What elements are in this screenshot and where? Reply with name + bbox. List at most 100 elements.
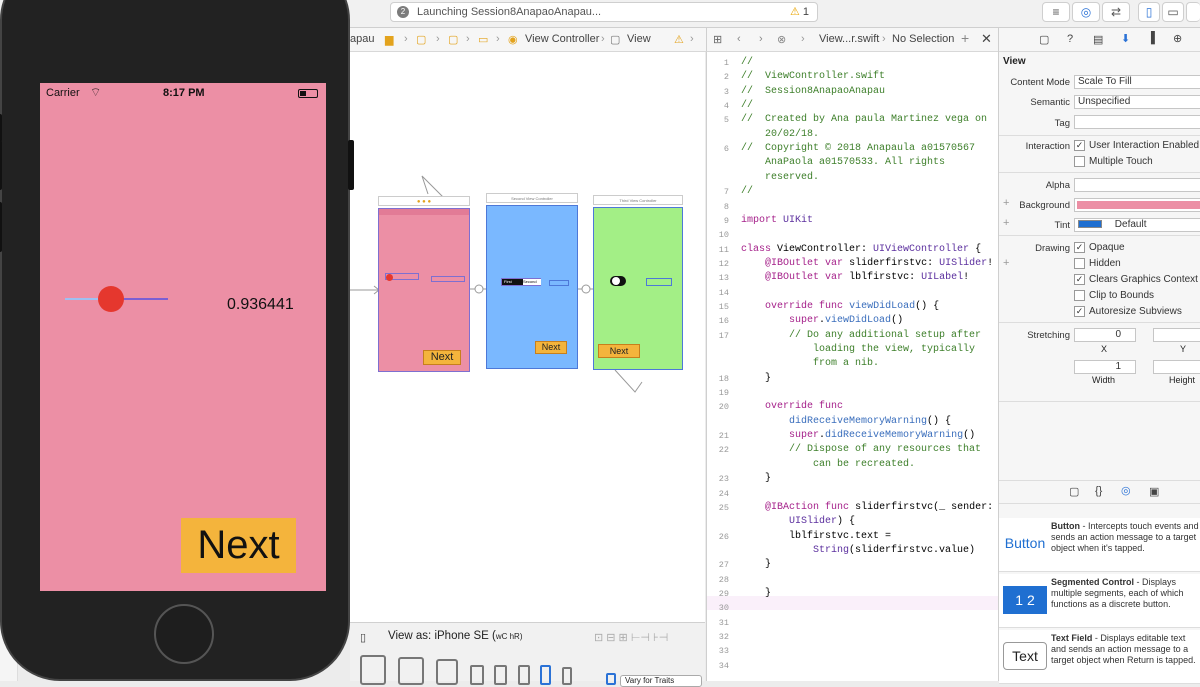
file-template-icon[interactable]: ▢ bbox=[1069, 485, 1079, 498]
warning-indicator[interactable]: ⚠ 1 bbox=[790, 3, 809, 21]
scene3-dock[interactable]: Third View Controller bbox=[593, 195, 683, 205]
media-library-icon[interactable]: ▣ bbox=[1149, 485, 1159, 498]
device-iphone-plus-icon[interactable] bbox=[470, 665, 484, 685]
scene1-next-button[interactable]: Next bbox=[423, 350, 461, 365]
slider-thumb[interactable] bbox=[98, 286, 125, 312]
clip-to-bounds-checkbox[interactable] bbox=[1074, 290, 1085, 301]
autoresize-checkbox[interactable]: ✓ bbox=[1074, 306, 1085, 317]
forward-arrow-icon[interactable]: › bbox=[759, 33, 763, 45]
toggle-navigator-button[interactable]: ▯ bbox=[1138, 2, 1160, 22]
library-item-title: Button bbox=[1051, 521, 1080, 531]
vary-for-traits-button[interactable]: Vary for Traits bbox=[620, 675, 702, 687]
canvas-tool-icons[interactable]: ⊡ ⊟ ⊞ ⊢⊣ ⊦⊣ bbox=[594, 631, 668, 644]
file-inspector-icon[interactable]: ▢ bbox=[1039, 33, 1049, 46]
divider bbox=[999, 235, 1200, 236]
slider-value-label: 0.936441 bbox=[227, 296, 294, 313]
multiple-touch-label: Multiple Touch bbox=[1089, 156, 1153, 167]
back-arrow-icon[interactable]: ‹ bbox=[737, 33, 741, 45]
inspector-tabs: ▢ ? ▤ ⬇ ▐ ⊕ bbox=[999, 28, 1200, 52]
multiple-touch-checkbox[interactable] bbox=[1074, 156, 1085, 167]
scene1-view[interactable]: Next bbox=[378, 208, 470, 372]
device-ipad-mini-icon[interactable] bbox=[436, 659, 458, 685]
add-variation-icon[interactable]: + bbox=[1003, 257, 1009, 269]
storyboard-file-icon[interactable]: ▢ bbox=[448, 33, 458, 46]
scene3-next-button[interactable]: Next bbox=[598, 344, 640, 358]
warning-icon[interactable]: ⚠ bbox=[674, 33, 684, 46]
add-editor-icon[interactable]: + bbox=[961, 30, 969, 46]
scene1-dock[interactable]: ● ● ● bbox=[378, 196, 470, 206]
size-inspector-icon[interactable]: ▐ bbox=[1147, 32, 1155, 44]
scene1-slider[interactable] bbox=[385, 273, 419, 281]
help-icon[interactable]: ? bbox=[1067, 33, 1073, 45]
next-button[interactable]: Next bbox=[181, 518, 296, 573]
hidden-checkbox[interactable] bbox=[1074, 258, 1085, 269]
related-items-icon[interactable]: ⊞ bbox=[713, 33, 722, 46]
code-line: override func bbox=[765, 401, 844, 413]
code-line: reserved. bbox=[741, 171, 820, 183]
background-color-well[interactable] bbox=[1074, 198, 1200, 212]
tint-color-swatch bbox=[1078, 220, 1102, 229]
alpha-label: Alpha bbox=[1045, 180, 1070, 191]
view-icon: ▢ bbox=[610, 34, 621, 46]
scene2-next-button[interactable]: Next bbox=[535, 341, 567, 354]
library-item[interactable]: Button Button - Intercepts touch events a… bbox=[999, 518, 1200, 572]
assistant-editor-button[interactable]: ◎ bbox=[1072, 2, 1100, 22]
user-interaction-checkbox[interactable]: ✓ bbox=[1074, 140, 1085, 151]
editor-file-name[interactable]: View...r.swift bbox=[819, 33, 879, 45]
sidebar-toggle-icon[interactable]: ▯ bbox=[360, 631, 366, 644]
stretch-width-field[interactable]: 1 bbox=[1074, 360, 1136, 374]
toggle-debug-button[interactable]: ▭ bbox=[1162, 2, 1184, 22]
slider[interactable] bbox=[65, 286, 168, 312]
device-iphone-se-icon[interactable] bbox=[540, 665, 551, 685]
opaque-label: Opaque bbox=[1089, 242, 1125, 253]
alpha-field[interactable] bbox=[1074, 178, 1200, 192]
close-icon[interactable]: ✕ bbox=[981, 31, 992, 47]
attributes-inspector-icon[interactable]: ⬇ bbox=[1121, 32, 1130, 45]
y-caption: Y bbox=[1180, 344, 1187, 354]
editor-selection[interactable]: No Selection bbox=[892, 33, 954, 45]
library-item[interactable]: 1 2 Segmented Control - Displays multiple… bbox=[999, 574, 1200, 628]
library-item[interactable]: Text Text Field - Displays editable text … bbox=[999, 630, 1200, 684]
identity-inspector-icon[interactable]: ▤ bbox=[1093, 33, 1103, 46]
code-snippet-icon[interactable]: {} bbox=[1095, 485, 1102, 497]
connections-inspector-icon[interactable]: ⊕ bbox=[1173, 32, 1182, 45]
scene3-view[interactable]: Next bbox=[593, 207, 683, 370]
stretch-y-field[interactable] bbox=[1153, 328, 1200, 342]
scene-icon[interactable]: ▭ bbox=[478, 33, 488, 46]
standard-editor-button[interactable]: ≡ bbox=[1042, 2, 1070, 22]
code-line: AnaPaola a01570533. All rights bbox=[741, 157, 946, 169]
stretch-height-field[interactable] bbox=[1153, 360, 1200, 374]
file-icon[interactable]: ▢ bbox=[416, 33, 426, 46]
toggle-inspector-button[interactable] bbox=[1186, 2, 1200, 22]
jumpbar-view[interactable]: View bbox=[627, 33, 651, 45]
device-iphone-icon[interactable] bbox=[494, 665, 507, 685]
folder-icon[interactable]: ▆ bbox=[385, 33, 393, 46]
opaque-checkbox[interactable]: ✓ bbox=[1074, 242, 1085, 253]
inspector-panel: ▢ ? ▤ ⬇ ▐ ⊕ View Content Mode Scale To F… bbox=[998, 28, 1200, 684]
scene2-view[interactable]: First Second Next bbox=[486, 205, 578, 369]
scene2-dock[interactable]: Second View Controller bbox=[486, 193, 578, 203]
scene2-segmented-control[interactable]: First Second bbox=[501, 278, 541, 286]
library-item-title: Segmented Control bbox=[1051, 577, 1135, 587]
carrier-label: Carrier bbox=[46, 87, 80, 99]
code-editor[interactable]: 1 // 2 // ViewController.swift 3 // Session8A… bbox=[706, 52, 998, 681]
automatic-icon[interactable]: ⊗ bbox=[777, 33, 786, 46]
home-button[interactable] bbox=[154, 604, 214, 664]
chevron-right-icon: › bbox=[690, 33, 694, 45]
scene3-switch[interactable] bbox=[610, 276, 626, 286]
semantic-select[interactable]: Unspecified bbox=[1074, 95, 1200, 109]
jumpbar-view-controller[interactable]: View Controller bbox=[525, 33, 599, 45]
device-iphone-4s-icon[interactable] bbox=[562, 667, 572, 685]
content-mode-select[interactable]: Scale To Fill bbox=[1074, 75, 1200, 89]
version-editor-button[interactable]: ⇄ bbox=[1102, 2, 1130, 22]
tint-color-select[interactable]: Default bbox=[1074, 218, 1200, 232]
line-number: 26 bbox=[718, 531, 729, 542]
stretch-x-field[interactable]: 0 bbox=[1074, 328, 1136, 342]
storyboard-canvas[interactable]: ● ● ● Next Second View Controller First … bbox=[350, 52, 705, 622]
object-library-icon[interactable]: ◎ bbox=[1121, 484, 1131, 497]
view-as-label[interactable]: View as: iPhone SE (wC hR) bbox=[388, 630, 523, 642]
device-iphone-x-icon[interactable] bbox=[518, 665, 530, 685]
jumpbar-project[interactable]: apau bbox=[350, 33, 374, 45]
clears-graphics-checkbox[interactable]: ✓ bbox=[1074, 274, 1085, 285]
tag-field[interactable] bbox=[1074, 115, 1200, 129]
